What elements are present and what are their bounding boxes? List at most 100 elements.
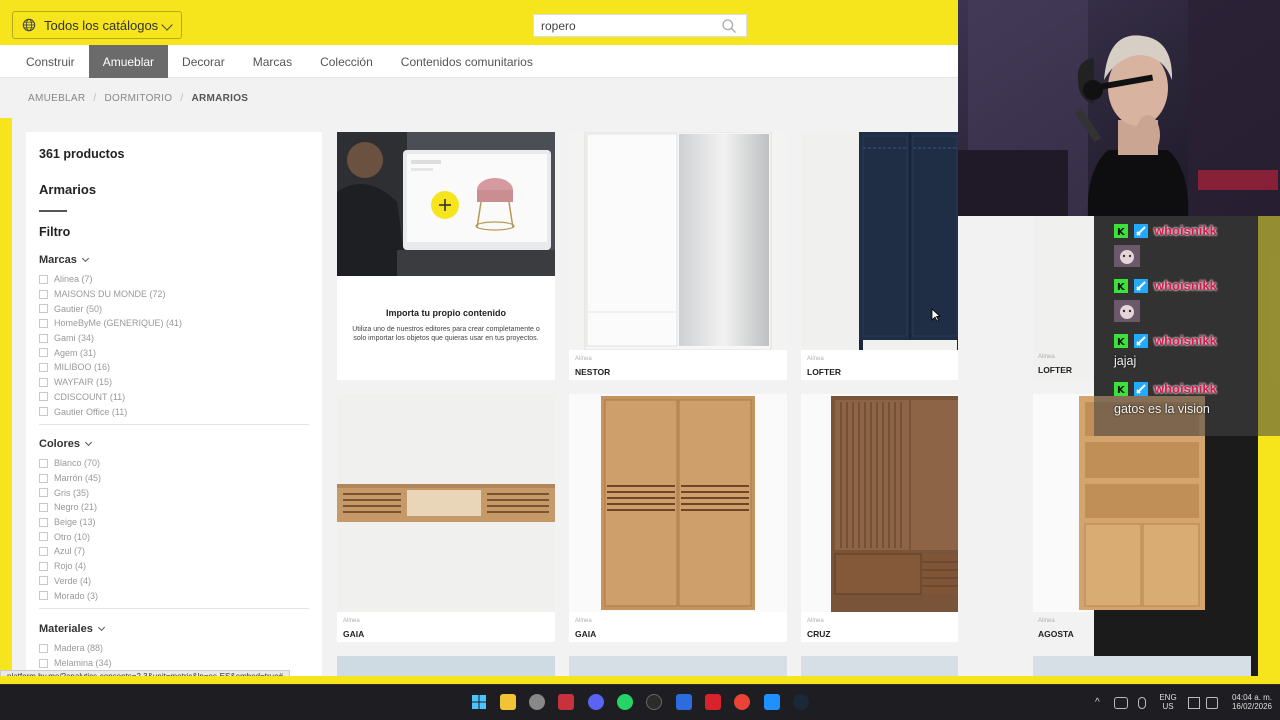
- checkbox[interactable]: [39, 532, 48, 542]
- filter-option[interactable]: Rojo (4): [39, 559, 309, 574]
- microphone-icon[interactable]: [1138, 697, 1146, 709]
- checkbox[interactable]: [39, 407, 48, 417]
- filter-option-label: Beige (13): [54, 517, 96, 528]
- filter-option[interactable]: Beige (13): [39, 515, 309, 530]
- filter-group-header[interactable]: Materiales: [39, 621, 309, 637]
- checkbox[interactable]: [39, 333, 48, 343]
- app-icon[interactable]: [705, 694, 721, 710]
- filter-option[interactable]: Verde (4): [39, 574, 309, 589]
- checkbox[interactable]: [39, 658, 48, 668]
- filter-option[interactable]: Marrón (45): [39, 471, 309, 486]
- filter-option[interactable]: Gautier Office (11): [39, 404, 309, 419]
- chat-username[interactable]: whoisnikk: [1154, 278, 1217, 293]
- kick-badge-icon: K: [1114, 333, 1128, 348]
- tab-marcas[interactable]: Marcas: [239, 45, 306, 78]
- app-tray-icon[interactable]: [1114, 697, 1128, 709]
- checkbox[interactable]: [39, 488, 48, 498]
- checkbox[interactable]: [39, 561, 48, 571]
- clock[interactable]: 04:04 a. m. 16/02/2026: [1222, 693, 1272, 711]
- checkbox[interactable]: [39, 318, 48, 328]
- whatsapp-icon[interactable]: [617, 694, 633, 710]
- language-indicator[interactable]: ENG US: [1158, 693, 1178, 711]
- app-icon[interactable]: [646, 694, 662, 710]
- filter-option[interactable]: Melamina (34): [39, 656, 309, 671]
- catalog-selector[interactable]: Todos los catálogos: [12, 11, 182, 39]
- chat-message: K whoisnikk: [1114, 223, 1217, 238]
- windows-start-icon[interactable]: [471, 694, 487, 710]
- search-icon[interactable]: [721, 18, 737, 34]
- promo-title: Importa tu propio contenido: [386, 308, 506, 318]
- filter-option[interactable]: Gautier (50): [39, 301, 309, 316]
- checkbox[interactable]: [39, 502, 48, 512]
- checkbox[interactable]: [39, 362, 48, 372]
- tab-decorar[interactable]: Decorar: [168, 45, 239, 78]
- tab-construir[interactable]: Construir: [12, 45, 89, 78]
- filter-option[interactable]: MAISONS DU MONDE (72): [39, 287, 309, 302]
- network-icon[interactable]: [1188, 697, 1200, 709]
- checkbox[interactable]: [39, 546, 48, 556]
- filter-option[interactable]: Alinea (7): [39, 272, 309, 287]
- breadcrumb-amueblar[interactable]: AMUEBLAR: [28, 93, 85, 104]
- filter-option[interactable]: HomeByMe (GENERIQUE) (41): [39, 316, 309, 331]
- filter-option-label: Gris (35): [54, 487, 90, 498]
- page-edge: [0, 676, 1280, 684]
- import-content-card[interactable]: Importa tu propio contenido Utiliza uno …: [337, 132, 555, 380]
- checkbox[interactable]: [39, 377, 48, 387]
- chat-username[interactable]: whoisnikk: [1154, 333, 1217, 348]
- checkbox[interactable]: [39, 392, 48, 402]
- app-icon[interactable]: [764, 694, 780, 710]
- filter-option[interactable]: Negro (21): [39, 500, 309, 515]
- product-card[interactable]: Alinea GAIA: [569, 394, 787, 642]
- checkbox[interactable]: [39, 304, 48, 314]
- filter-option[interactable]: CDISCOUNT (11): [39, 390, 309, 405]
- product-name: LOFTER: [807, 367, 841, 377]
- product-card[interactable]: Alinea CRUZ: [801, 394, 958, 642]
- product-name: AGOSTA: [1038, 629, 1074, 639]
- checkbox[interactable]: [39, 473, 48, 483]
- tab-coleccion[interactable]: Colección: [306, 45, 387, 78]
- filter-option[interactable]: Madera (88): [39, 641, 309, 656]
- product-card[interactable]: Alinea NESTOR: [569, 132, 787, 380]
- steam-icon[interactable]: [793, 694, 809, 710]
- checkbox[interactable]: [39, 274, 48, 284]
- file-explorer-icon[interactable]: [500, 694, 516, 710]
- filter-group-header[interactable]: Marcas: [39, 252, 309, 268]
- discord-icon[interactable]: [588, 694, 604, 710]
- filter-group-header[interactable]: Colores: [39, 436, 309, 452]
- checkbox[interactable]: [39, 289, 48, 299]
- chat-username[interactable]: whoisnikk: [1154, 381, 1217, 396]
- filter-option[interactable]: Gris (35): [39, 485, 309, 500]
- checkbox[interactable]: [39, 517, 48, 527]
- windows-taskbar: [0, 684, 1280, 720]
- filter-option[interactable]: Azul (7): [39, 544, 309, 559]
- chevron-up-icon[interactable]: ^: [1095, 698, 1100, 708]
- app-icon[interactable]: [676, 694, 692, 710]
- tab-amueblar[interactable]: Amueblar: [88, 45, 169, 78]
- filter-option-label: Marrón (45): [54, 473, 102, 484]
- product-card[interactable]: Alinea LOFTER: [801, 132, 958, 380]
- filter-option[interactable]: Blanco (70): [39, 456, 309, 471]
- checkbox[interactable]: [39, 348, 48, 358]
- filter-option[interactable]: MILIBOO (16): [39, 360, 309, 375]
- chat-username[interactable]: whoisnikk: [1154, 223, 1217, 238]
- filter-option[interactable]: Gami (34): [39, 331, 309, 346]
- breadcrumb-dormitorio[interactable]: DORMITORIO: [105, 93, 173, 104]
- volume-icon[interactable]: [1206, 697, 1218, 709]
- search-input[interactable]: [534, 15, 714, 36]
- app-icon[interactable]: [558, 694, 574, 710]
- filter-option[interactable]: Morado (3): [39, 588, 309, 603]
- filter-option[interactable]: Otro (10): [39, 529, 309, 544]
- checkbox[interactable]: [39, 591, 48, 601]
- obs-icon[interactable]: [529, 694, 545, 710]
- product-image: [801, 394, 958, 612]
- checkbox[interactable]: [39, 643, 48, 653]
- filter-option[interactable]: WAYFAIR (15): [39, 375, 309, 390]
- tab-contenidos-comunitarios[interactable]: Contenidos comunitarios: [387, 45, 547, 78]
- sword-badge-icon: [1134, 223, 1148, 238]
- product-card[interactable]: Alinea GAIA: [337, 394, 555, 642]
- checkbox[interactable]: [39, 458, 48, 468]
- filter-option[interactable]: Agem (31): [39, 345, 309, 360]
- checkbox[interactable]: [39, 576, 48, 586]
- chrome-icon[interactable]: [734, 694, 750, 710]
